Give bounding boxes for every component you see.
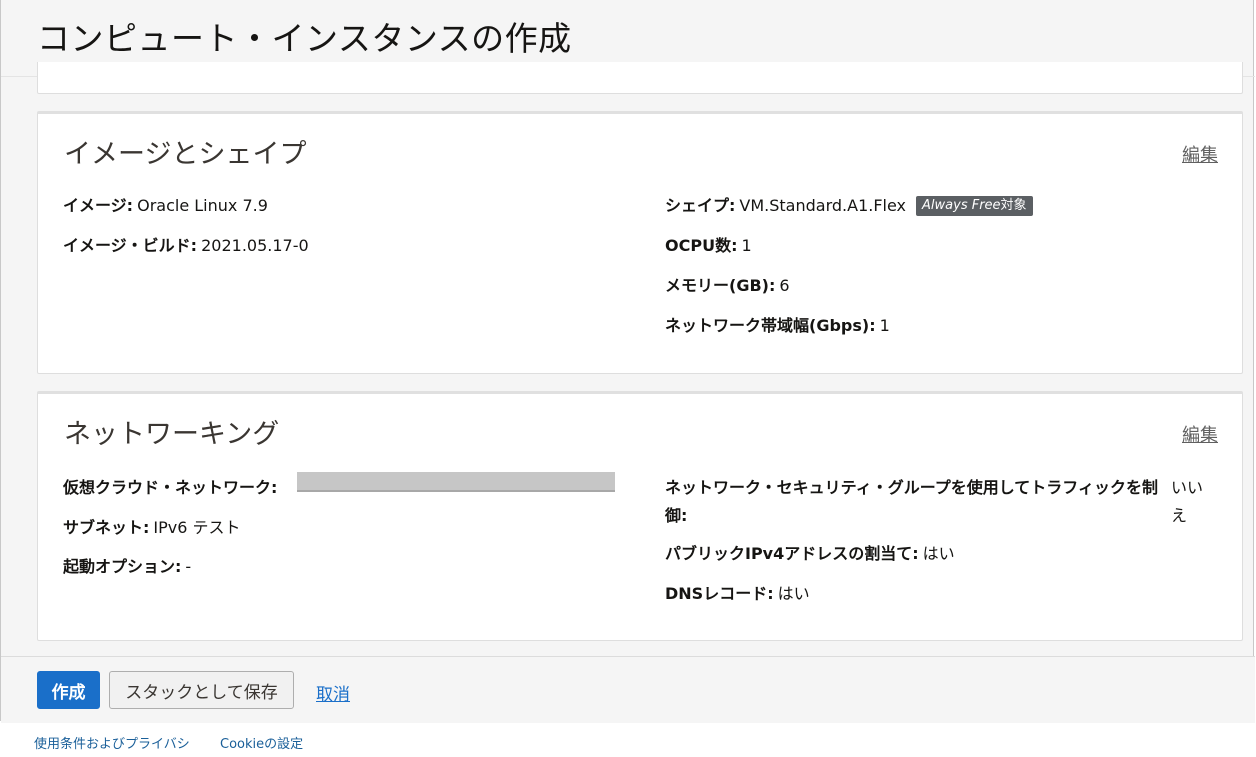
image-value: Oracle Linux 7.9 (137, 196, 268, 215)
always-free-badge: Always Free対象 (916, 196, 1033, 216)
save-as-stack-button[interactable]: スタックとして保存 (109, 671, 294, 709)
nsg-label: ネットワーク・セキュリティ・グループを使用してトラフィックを制御: (665, 478, 1158, 525)
ocpu-label: OCPU数: (665, 236, 738, 255)
subnet-label: サブネット: (63, 518, 150, 537)
bandwidth-label: ネットワーク帯域幅(Gbps): (665, 316, 876, 335)
memory-label: メモリー(GB): (665, 276, 776, 295)
vcn-label: 仮想クラウド・ネットワーク: (63, 478, 278, 497)
page-panel: コンピュート・インスタンスの作成 イメージとシェイプ 編集 イメージ: Oracl… (0, 0, 1255, 723)
cancel-link[interactable]: 取消 (316, 680, 350, 705)
image-field: イメージ: Oracle Linux 7.9 (63, 192, 268, 220)
ocpu-field: OCPU数: 1 (665, 232, 752, 260)
shape-value: VM.Standard.A1.Flex (739, 196, 907, 215)
redacted-vcn-name (297, 472, 615, 492)
networking-edit-link[interactable]: 編集 (1182, 421, 1218, 447)
image-shape-title: イメージとシェイプ (64, 139, 307, 170)
shape-field: シェイプ: VM.Standard.A1.Flex Always Free対象 (665, 192, 1033, 220)
boot-options-field: 起動オプション: - (63, 553, 191, 581)
memory-value: 6 (779, 276, 790, 295)
nsg-value: いいえ (1171, 478, 1204, 525)
dns-field: DNSレコード: はい (665, 580, 810, 608)
public-ip-field: パブリックIPv4アドレスの割当て: はい (665, 540, 955, 568)
vcn-field: 仮想クラウド・ネットワーク: (63, 474, 277, 502)
shape-label: シェイプ: (665, 196, 736, 215)
dns-label: DNSレコード: (665, 584, 774, 603)
create-button[interactable]: 作成 (37, 671, 100, 709)
subnet-field: サブネット: IPv6 テスト (63, 514, 241, 542)
image-build-label: イメージ・ビルド: (63, 236, 198, 255)
always-free-badge-suffix: 対象 (1000, 198, 1027, 213)
dns-value: はい (777, 584, 810, 603)
boot-options-label: 起動オプション: (63, 557, 182, 576)
always-free-badge-text: Always Free (922, 198, 1001, 213)
image-label: イメージ: (63, 196, 134, 215)
page-title: コンピュート・インスタンスの作成 (37, 19, 572, 58)
ocpu-value: 1 (741, 236, 752, 255)
image-build-field: イメージ・ビルド: 2021.05.17-0 (63, 232, 309, 260)
subnet-value: IPv6 テスト (153, 518, 241, 537)
previous-section-card (37, 62, 1243, 94)
public-ip-value: はい (922, 544, 955, 563)
image-build-value: 2021.05.17-0 (201, 236, 309, 255)
public-ip-label: パブリックIPv4アドレスの割当て: (665, 544, 919, 563)
terms-privacy-link[interactable]: 使用条件およびプライバシ (34, 733, 190, 752)
boot-options-value: - (185, 557, 192, 576)
image-shape-edit-link[interactable]: 編集 (1182, 141, 1218, 167)
cookie-settings-link[interactable]: Cookieの設定 (220, 733, 303, 752)
bandwidth-field: ネットワーク帯域幅(Gbps): 1 (665, 312, 890, 340)
networking-title: ネットワーキング (64, 419, 280, 450)
bandwidth-value: 1 (879, 316, 890, 335)
memory-field: メモリー(GB): 6 (665, 272, 790, 300)
